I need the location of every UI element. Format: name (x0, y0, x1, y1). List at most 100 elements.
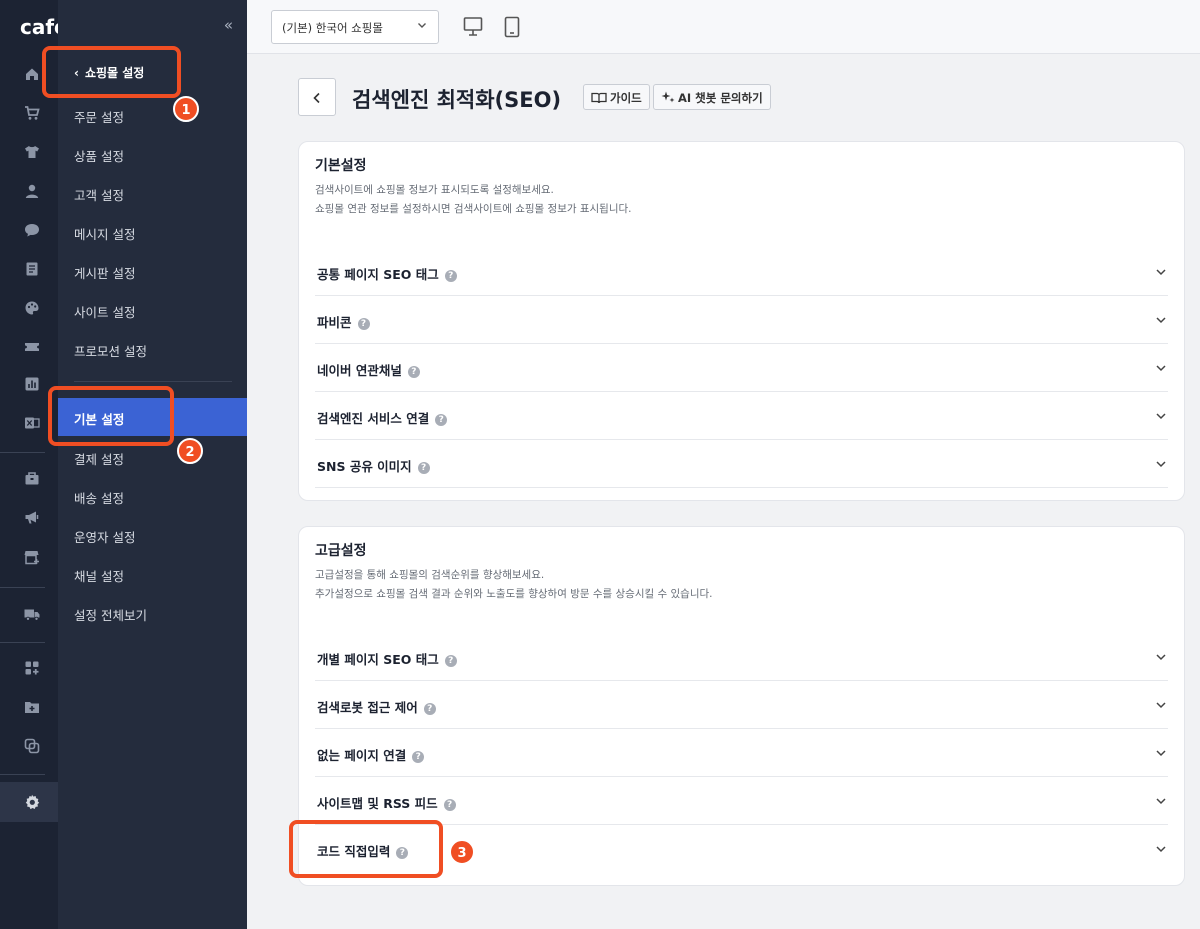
sidebar-item-all-settings[interactable]: 설정 전체보기 (74, 605, 147, 624)
desktop-icon[interactable] (463, 16, 483, 38)
palette-icon[interactable] (24, 300, 40, 316)
basic-settings-title: 기본설정 (315, 158, 367, 174)
chevron-down-icon (418, 23, 426, 28)
advanced-settings-title: 고급설정 (315, 543, 367, 559)
sidebar-item-operator[interactable]: 운영자 설정 (74, 527, 135, 546)
home-icon[interactable] (24, 66, 40, 82)
step-badge-3: 3 (449, 839, 475, 865)
row-label: 검색엔진 서비스 연결 (317, 411, 430, 426)
excel-icon[interactable] (24, 415, 40, 431)
page-back-button[interactable] (298, 78, 336, 116)
accordion-row-search-engine-connect[interactable]: 검색엔진 서비스 연결? (315, 392, 1168, 440)
step-badge-1: 1 (173, 96, 199, 122)
shop-select-value: (기본) 한국어 쇼핑몰 (282, 21, 383, 35)
sidebar-item-board[interactable]: 게시판 설정 (74, 263, 135, 282)
sparkle-icon (661, 91, 675, 103)
add-store-icon[interactable] (24, 549, 40, 565)
chat-icon[interactable] (24, 222, 40, 238)
help-icon[interactable]: ? (435, 414, 448, 426)
chevron-down-icon (1156, 269, 1166, 276)
help-icon[interactable]: ? (412, 751, 425, 763)
chevron-down-icon (1156, 365, 1166, 372)
row-label: 없는 페이지 연결 (317, 748, 407, 763)
row-label: 개별 페이지 SEO 태그 (317, 652, 439, 667)
rail-divider (0, 642, 45, 643)
accordion-row-robot-access[interactable]: 검색로봇 접근 제어? (315, 681, 1168, 729)
sidebar-item-order[interactable]: 주문 설정 (74, 107, 124, 126)
help-icon[interactable]: ? (423, 703, 436, 715)
ai-chatbot-button[interactable]: AI 챗봇 문의하기 (653, 84, 771, 110)
chevron-down-icon (1156, 750, 1166, 757)
highlight-box-basic-settings (48, 386, 174, 446)
row-label: 파비콘 (317, 315, 352, 330)
help-icon[interactable]: ? (443, 799, 456, 811)
help-icon[interactable]: ? (417, 462, 430, 474)
highlight-box-shop-settings (42, 46, 181, 98)
megaphone-icon[interactable] (24, 509, 40, 525)
accordion-row-sitemap-rss[interactable]: 사이트맵 및 RSS 피드? (315, 777, 1168, 825)
coupon-icon[interactable] (24, 339, 40, 355)
page-title: 검색엔진 최적화(SEO) (352, 88, 562, 112)
chevron-down-icon (1156, 654, 1166, 661)
basic-settings-card: 기본설정 검색사이트에 쇼핑몰 정보가 표시되도록 설정해보세요. 쇼핑몰 연관… (298, 141, 1185, 501)
advanced-settings-desc-2: 추가설정으로 쇼핑몰 검색 결과 순위와 노출도를 향상하여 방문 수를 상승시… (315, 588, 713, 600)
help-icon[interactable]: ? (407, 366, 420, 378)
apps-icon[interactable] (24, 660, 40, 676)
row-label: 검색로봇 접근 제어 (317, 700, 418, 715)
chevron-down-icon (1156, 317, 1166, 324)
chevron-down-icon (1156, 846, 1166, 853)
sidebar-item-channel[interactable]: 채널 설정 (74, 566, 124, 585)
chevron-down-icon (1156, 702, 1166, 709)
shirt-icon[interactable] (24, 144, 40, 160)
rail-divider (0, 587, 45, 588)
board-icon[interactable] (24, 261, 40, 277)
gear-icon[interactable] (24, 794, 40, 810)
help-icon[interactable]: ? (357, 318, 370, 330)
sidebar-item-promotion[interactable]: 프로모션 설정 (74, 341, 147, 360)
chevron-down-icon (1156, 413, 1166, 420)
sidebar-item-shipping[interactable]: 배송 설정 (74, 488, 124, 507)
chevron-down-icon (1156, 798, 1166, 805)
tablet-icon[interactable] (502, 16, 522, 38)
icon-rail: cafe24 (0, 0, 95, 929)
top-bar: (기본) 한국어 쇼핑몰 (247, 0, 1200, 54)
accordion-row-missing-page[interactable]: 없는 페이지 연결? (315, 729, 1168, 777)
sidebar-item-payment[interactable]: 결제 설정 (74, 449, 124, 468)
basic-settings-desc-1: 검색사이트에 쇼핑몰 정보가 표시되도록 설정해보세요. (315, 184, 554, 196)
collapse-sidebar-button[interactable]: « (224, 16, 233, 34)
help-icon[interactable]: ? (444, 655, 457, 667)
basic-settings-desc-2: 쇼핑몰 연관 정보를 설정하시면 검색사이트에 쇼핑몰 정보가 표시됩니다. (315, 203, 632, 215)
accordion-row-naver-channel[interactable]: 네이버 연관채널? (315, 344, 1168, 392)
sidebar-item-customer[interactable]: 고객 설정 (74, 185, 124, 204)
row-label: 공통 페이지 SEO 태그 (317, 267, 439, 282)
row-label: SNS 공유 이미지 (317, 459, 412, 474)
highlight-box-code-input (289, 820, 443, 878)
shop-select[interactable]: (기본) 한국어 쇼핑몰 (271, 10, 439, 44)
accordion-row-favicon[interactable]: 파비콘? (315, 296, 1168, 344)
accordion-row-page-seo-tag[interactable]: 개별 페이지 SEO 태그? (315, 633, 1168, 681)
rail-divider (0, 452, 45, 453)
rail-divider (0, 774, 45, 775)
sidebar-divider (74, 381, 232, 382)
advanced-settings-desc-1: 고급설정을 통해 쇼핑몰의 검색순위를 향상해보세요. (315, 569, 545, 581)
folder-add-icon[interactable] (24, 699, 40, 715)
copy-icon[interactable] (24, 738, 40, 754)
truck-icon[interactable] (24, 606, 40, 622)
ai-chatbot-label: AI 챗봇 문의하기 (678, 91, 763, 105)
settings-sidebar: « ‹ 쇼핑몰 설정 주문 설정 상품 설정 고객 설정 메시지 설정 게시판 설… (58, 0, 247, 929)
accordion-row-common-seo-tag[interactable]: 공통 페이지 SEO 태그? (315, 248, 1168, 296)
sidebar-item-product[interactable]: 상품 설정 (74, 146, 124, 165)
chevron-left-icon (313, 92, 320, 104)
book-icon (591, 92, 607, 104)
cart-icon[interactable] (24, 105, 40, 121)
accordion-row-sns-share-image[interactable]: SNS 공유 이미지? (315, 440, 1168, 488)
sidebar-item-message[interactable]: 메시지 설정 (74, 224, 135, 243)
sidebar-item-site[interactable]: 사이트 설정 (74, 302, 135, 321)
help-icon[interactable]: ? (444, 270, 457, 282)
step-badge-2: 2 (177, 438, 203, 464)
row-label: 사이트맵 및 RSS 피드 (317, 796, 438, 811)
person-icon[interactable] (24, 183, 40, 199)
guide-button[interactable]: 가이드 (583, 84, 650, 110)
store-icon[interactable] (24, 470, 40, 486)
stats-icon[interactable] (24, 376, 40, 392)
